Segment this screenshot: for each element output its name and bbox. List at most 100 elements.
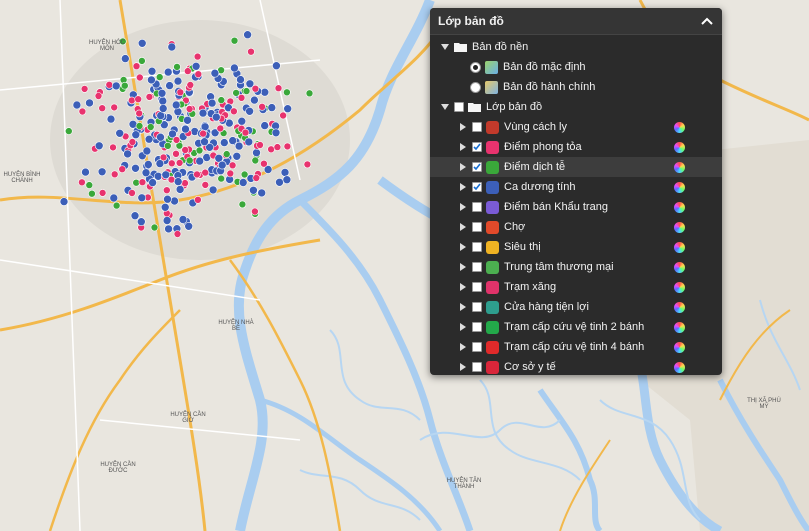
positive-case-marker[interactable] <box>123 149 132 159</box>
epidemic-marker[interactable] <box>112 201 121 210</box>
positive-case-marker[interactable] <box>106 114 116 124</box>
layer-item[interactable]: Trạm cấp cứu vệ tinh 4 bánh <box>430 337 722 357</box>
color-picker-icon[interactable] <box>674 241 685 253</box>
epidemic-marker[interactable] <box>150 223 159 232</box>
positive-case-marker[interactable] <box>238 178 248 187</box>
epidemic-marker[interactable] <box>155 73 164 81</box>
layer-item[interactable]: Trạm cấp cứu vệ tinh 2 bánh <box>430 317 722 337</box>
layer-checkbox[interactable] <box>472 162 482 172</box>
epidemic-marker[interactable] <box>164 142 172 150</box>
epidemic-marker[interactable] <box>121 81 129 90</box>
positive-case-marker[interactable] <box>200 137 209 146</box>
color-picker-icon[interactable] <box>674 361 685 373</box>
positive-case-marker[interactable] <box>228 136 237 145</box>
positive-case-marker[interactable] <box>195 156 204 166</box>
positive-case-marker[interactable] <box>155 159 165 168</box>
layer-item[interactable]: Trung tâm thương mại <box>430 257 722 277</box>
epidemic-marker[interactable] <box>232 89 240 97</box>
positive-case-marker[interactable] <box>210 68 220 78</box>
layer-checkbox[interactable] <box>472 222 482 232</box>
lockdown-marker[interactable] <box>237 94 246 102</box>
positive-case-marker[interactable] <box>164 224 173 234</box>
layer-item[interactable]: Siêu thị <box>430 237 722 257</box>
lockdown-marker[interactable] <box>145 93 154 101</box>
lockdown-marker[interactable] <box>228 161 237 170</box>
lockdown-marker[interactable] <box>251 207 259 216</box>
caret-down-icon[interactable] <box>440 102 450 112</box>
lockdown-marker[interactable] <box>80 85 89 93</box>
positive-case-marker[interactable] <box>252 148 261 157</box>
caret-right-icon[interactable] <box>458 262 468 272</box>
positive-case-marker[interactable] <box>131 164 140 173</box>
positive-case-marker[interactable] <box>142 146 152 156</box>
lockdown-marker[interactable] <box>110 103 118 112</box>
positive-case-marker[interactable] <box>109 193 119 203</box>
lockdown-marker[interactable] <box>279 111 287 120</box>
positive-case-marker[interactable] <box>137 193 147 203</box>
caret-right-icon[interactable] <box>458 122 468 132</box>
lockdown-marker[interactable] <box>94 92 103 100</box>
positive-case-marker[interactable] <box>167 42 177 52</box>
lockdown-marker[interactable] <box>135 109 143 118</box>
positive-case-marker[interactable] <box>97 167 107 177</box>
positive-case-marker[interactable] <box>282 175 292 184</box>
lockdown-marker[interactable] <box>252 174 261 182</box>
layer-item[interactable]: Cơ sở y tế <box>430 357 722 375</box>
positive-case-marker[interactable] <box>165 81 174 90</box>
positive-case-marker[interactable] <box>131 130 141 139</box>
epidemic-marker[interactable] <box>65 127 73 135</box>
positive-case-marker[interactable] <box>236 75 245 84</box>
lockdown-marker[interactable] <box>176 88 185 97</box>
lockdown-marker[interactable] <box>303 160 312 169</box>
lockdown-marker[interactable] <box>172 136 181 144</box>
positive-case-marker[interactable] <box>163 67 173 77</box>
positive-case-marker[interactable] <box>217 160 227 170</box>
caret-down-icon[interactable] <box>440 42 450 52</box>
layer-checkbox[interactable] <box>472 322 482 332</box>
positive-case-marker[interactable] <box>178 215 188 224</box>
positive-case-marker[interactable] <box>183 116 192 125</box>
layer-checkbox[interactable] <box>472 182 482 192</box>
positive-case-marker[interactable] <box>173 177 183 186</box>
positive-case-marker[interactable] <box>249 186 258 195</box>
lockdown-marker[interactable] <box>201 181 210 189</box>
positive-case-marker[interactable] <box>232 152 242 161</box>
positive-case-marker[interactable] <box>257 188 267 198</box>
positive-case-marker[interactable] <box>130 211 140 220</box>
lockdown-marker[interactable] <box>118 165 126 173</box>
lockdown-marker[interactable] <box>181 146 189 154</box>
positive-case-marker[interactable] <box>207 98 217 108</box>
lockdown-marker[interactable] <box>78 178 86 187</box>
lockdown-marker[interactable] <box>128 96 136 105</box>
lockdown-marker[interactable] <box>241 128 250 137</box>
positive-case-marker[interactable] <box>141 168 151 177</box>
epidemic-marker[interactable] <box>305 89 314 98</box>
positive-case-marker[interactable] <box>271 128 281 138</box>
caret-right-icon[interactable] <box>458 242 468 252</box>
positive-case-marker[interactable] <box>158 96 168 106</box>
epidemic-marker[interactable] <box>242 87 251 95</box>
lockdown-marker[interactable] <box>274 84 283 92</box>
positive-case-marker[interactable] <box>72 100 82 110</box>
epidemic-marker[interactable] <box>146 123 155 131</box>
positive-case-marker[interactable] <box>173 76 183 86</box>
lockdown-marker[interactable] <box>105 81 114 89</box>
positive-case-marker[interactable] <box>220 138 229 147</box>
positive-case-marker[interactable] <box>184 222 193 231</box>
lockdown-marker[interactable] <box>194 196 202 204</box>
layer-item[interactable]: Điểm phong tỏa <box>430 137 722 157</box>
layer-checkbox[interactable] <box>472 122 482 132</box>
color-picker-icon[interactable] <box>674 121 685 133</box>
lockdown-marker[interactable] <box>98 189 107 197</box>
lockdown-marker[interactable] <box>194 70 203 78</box>
layer-checkbox[interactable] <box>472 262 482 272</box>
positive-case-marker[interactable] <box>156 111 165 120</box>
lockdown-marker[interactable] <box>273 143 282 151</box>
tree-group-base[interactable]: Bản đồ nền <box>430 37 722 57</box>
caret-right-icon[interactable] <box>458 202 468 212</box>
lockdown-marker[interactable] <box>283 142 292 151</box>
lockdown-marker[interactable] <box>163 186 171 194</box>
lockdown-marker[interactable] <box>186 81 195 89</box>
positive-case-marker[interactable] <box>160 203 170 212</box>
lockdown-marker[interactable] <box>226 169 235 178</box>
